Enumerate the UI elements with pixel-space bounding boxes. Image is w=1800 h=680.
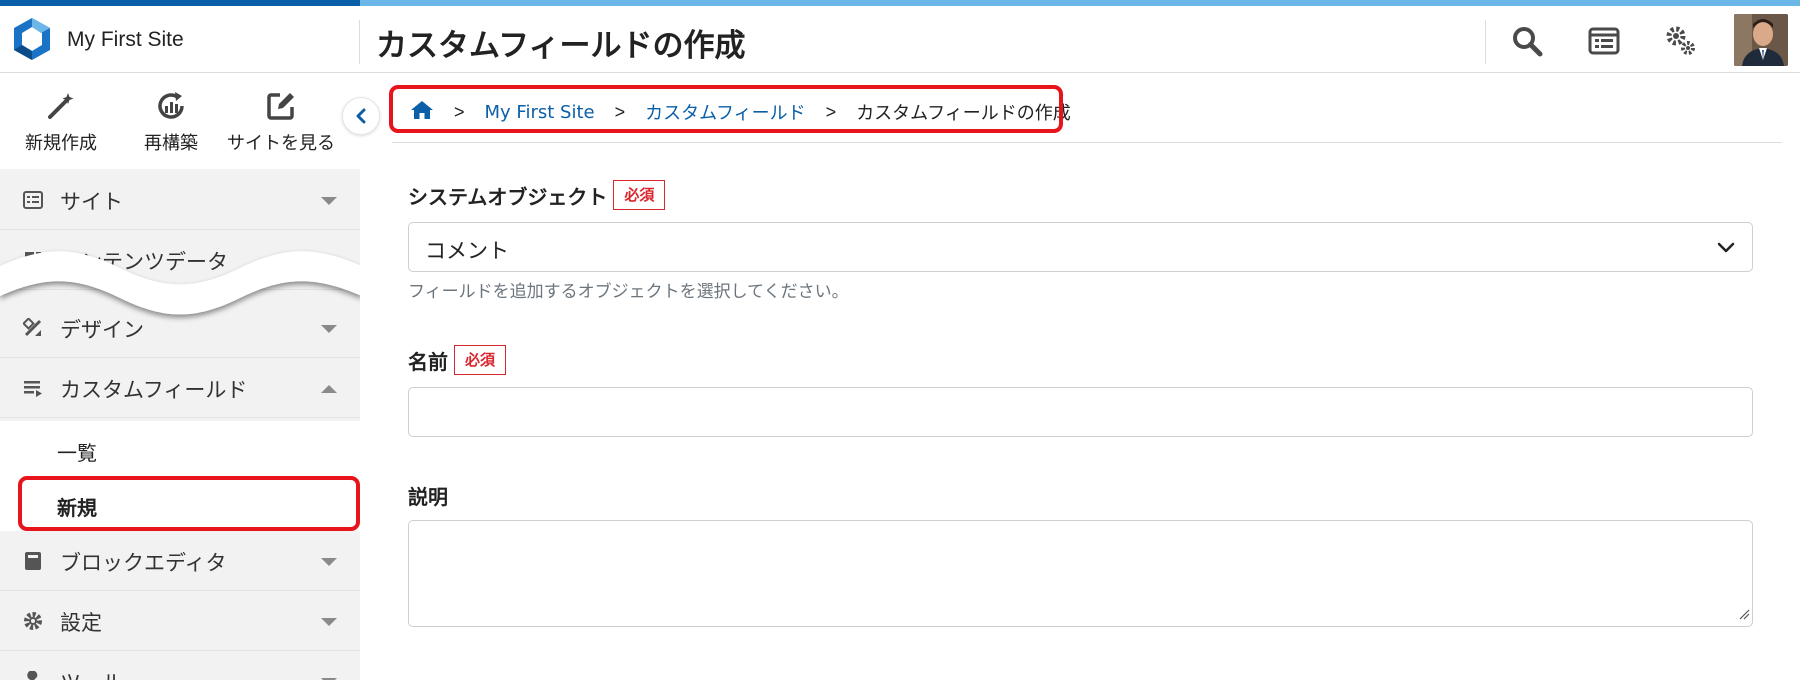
main-content: > My First Site > カスタムフィールド > カスタムフィールドの… (362, 73, 1800, 680)
sidebar-item-tools[interactable]: ツール (0, 651, 360, 680)
home-icon[interactable] (410, 99, 434, 126)
header-divider-right (1485, 20, 1486, 64)
page-title: カスタムフィールドの作成 (376, 28, 746, 64)
breadcrumb-divider (392, 142, 1782, 143)
breadcrumb-separator: > (825, 101, 837, 122)
quick-actions: 新規作成 再構築 サイトを見る (0, 73, 360, 169)
chevron-up-icon (321, 385, 337, 393)
custom-field-icon (22, 377, 44, 399)
system-object-select[interactable]: コメント (408, 222, 1753, 272)
list-window-icon[interactable] (1584, 21, 1624, 61)
breadcrumb-separator: > (454, 101, 465, 122)
wrench-icon (22, 670, 44, 680)
sidebar-item-block-editor[interactable]: ブロックエディタ (0, 531, 360, 591)
quick-view-site-label: サイトを見る (227, 133, 335, 154)
description-textarea[interactable] (408, 520, 1753, 627)
sidebar-subitem-label: 一覧 (57, 441, 97, 465)
breadcrumb: > My First Site > カスタムフィールド > カスタムフィールドの… (410, 97, 1071, 127)
quick-new-button[interactable]: 新規作成 (6, 89, 116, 155)
header-divider (359, 20, 360, 64)
system-object-label-text: システムオブジェクト (408, 184, 608, 209)
sidebar-collapse-button[interactable] (342, 97, 380, 135)
gear-icon (22, 610, 44, 632)
chevron-left-icon (356, 108, 366, 124)
quick-new-label: 新規作成 (25, 133, 97, 154)
name-input[interactable] (408, 387, 1753, 437)
magic-wand-icon (6, 89, 116, 123)
description-label-text: 説明 (408, 485, 448, 509)
search-icon[interactable] (1507, 21, 1547, 61)
external-edit-icon (226, 89, 336, 123)
sidebar-subitem-new[interactable]: 新規 (0, 476, 360, 531)
gears-icon[interactable] (1661, 21, 1701, 61)
chevron-down-icon (321, 197, 337, 205)
breadcrumb-current: カスタムフィールドの作成 (856, 103, 1071, 124)
system-object-label: システムオブジェクト 必須 (408, 180, 666, 210)
breadcrumb-separator: > (614, 101, 626, 122)
quick-rebuild-button[interactable]: 再構築 (116, 89, 226, 155)
required-badge: 必須 (454, 345, 507, 375)
sidebar-item-label: ツール (60, 667, 123, 680)
rebuild-icon (116, 89, 226, 123)
breadcrumb-custom-field-link[interactable]: カスタムフィールド (645, 99, 806, 125)
sidebar-item-label: サイト (60, 190, 123, 214)
sidebar-item-label: カスタムフィールド (60, 378, 248, 402)
name-label: 名前 必須 (408, 345, 507, 375)
system-object-value: コメント (425, 239, 509, 263)
sidebar-subitem-label: 新規 (57, 496, 97, 520)
chevron-down-icon (321, 558, 337, 566)
description-label: 説明 (408, 481, 448, 510)
sidebar-subitem-list[interactable]: 一覧 (0, 421, 360, 476)
block-editor-icon (22, 550, 44, 572)
user-avatar[interactable] (1734, 14, 1788, 66)
sidebar-item-label: 設定 (60, 611, 102, 635)
movable-type-logo-icon[interactable] (10, 16, 54, 62)
sidebar-item-label: ブロックエディタ (60, 551, 227, 575)
site-list-icon (22, 189, 44, 211)
header-site-name[interactable]: My First Site (67, 28, 184, 52)
sidebar-item-custom-field[interactable]: カスタムフィールド (0, 358, 360, 418)
required-badge: 必須 (613, 180, 666, 210)
sidebar-item-settings[interactable]: 設定 (0, 591, 360, 651)
name-label-text: 名前 (408, 349, 448, 374)
chevron-down-icon (1716, 237, 1736, 261)
quick-rebuild-label: 再構築 (144, 133, 198, 154)
sidebar: 新規作成 再構築 サイトを見る サイト コンテンツデータ デザイン カスタムフィ… (0, 73, 360, 680)
breadcrumb-site-link[interactable]: My First Site (485, 102, 595, 123)
quick-view-site-button[interactable]: サイトを見る (226, 89, 336, 155)
system-object-hint: フィールドを追加するオブジェクトを選択してください。 (408, 282, 849, 302)
app-header: My First Site カスタムフィールドの作成 (0, 6, 1800, 73)
chevron-down-icon (321, 618, 337, 626)
sidebar-item-site[interactable]: サイト (0, 170, 360, 230)
resize-grip-icon[interactable] (1738, 605, 1750, 624)
omission-wave-graphic (0, 251, 360, 315)
